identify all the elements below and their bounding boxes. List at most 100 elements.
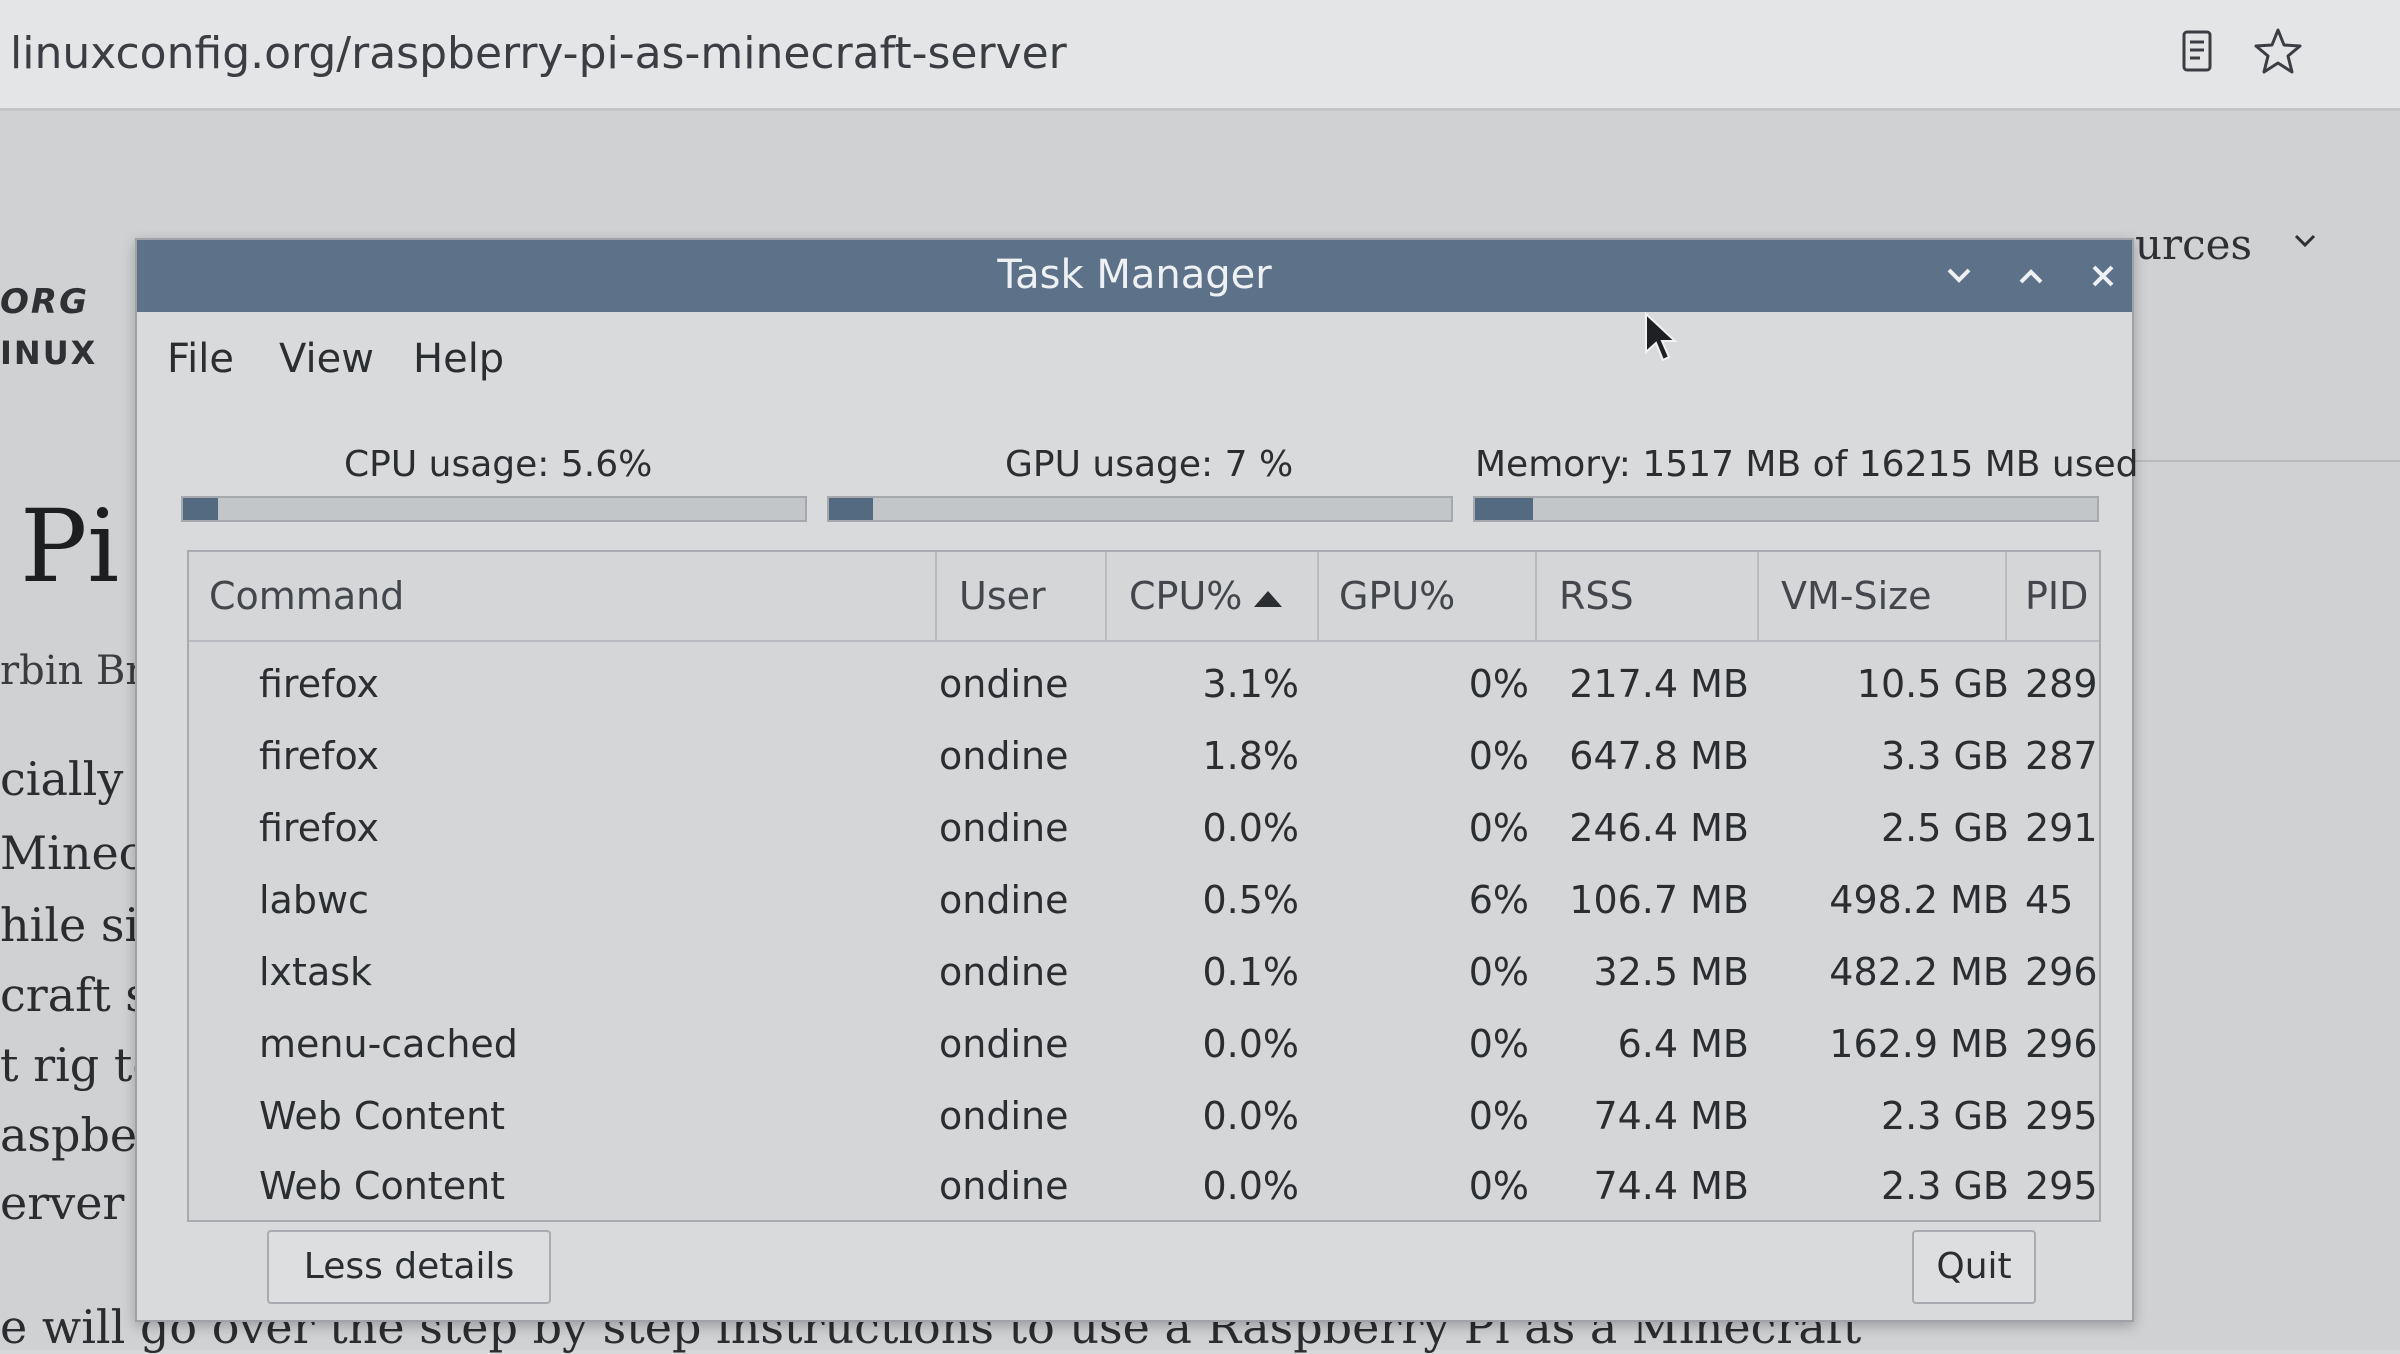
cell-rss: 217.4 MB [1569, 662, 1749, 706]
cell-cpu: 0.0% [1202, 1022, 1299, 1066]
menu-help[interactable]: Help [413, 336, 504, 382]
table-row[interactable]: firefox ondine 3.1% 0% 217.4 MB 10.5 GB … [189, 648, 2099, 720]
cell-vm-size: 2.3 GB [1880, 1164, 2009, 1208]
cpu-usage-label: CPU usage: 5.6% [344, 444, 653, 485]
cell-command: firefox [259, 662, 380, 706]
nav-resources-partial[interactable]: urces [2135, 220, 2252, 269]
column-header-cpu-label: CPU% [1129, 574, 1243, 618]
table-row[interactable]: menu-cached ondine 0.0% 0% 6.4 MB 162.9 … [189, 1008, 2099, 1080]
cell-cpu: 0.0% [1202, 1164, 1299, 1208]
cell-vm-size: 10.5 GB [1856, 662, 2009, 706]
table-row[interactable]: lxtask ondine 0.1% 0% 32.5 MB 482.2 MB 2… [189, 936, 2099, 1008]
gpu-usage-label: GPU usage: 7 % [1005, 444, 1294, 485]
column-divider[interactable] [1105, 552, 1107, 640]
cell-gpu: 0% [1468, 806, 1529, 850]
window-title: Task Manager [997, 252, 1272, 298]
chevron-down-icon[interactable] [2290, 226, 2320, 256]
cell-rss: 246.4 MB [1569, 806, 1749, 850]
cpu-usage-bar [181, 496, 807, 522]
table-header: Command User CPU% GPU% RSS VM-Size PID [189, 552, 2099, 642]
menu-file[interactable]: File [167, 336, 234, 382]
title-bar[interactable]: Task Manager [137, 240, 2132, 312]
cell-pid: 295 [2025, 1164, 2098, 1208]
cell-command: Web Content [259, 1094, 506, 1138]
gpu-usage-bar [827, 496, 1453, 522]
cell-vm-size: 482.2 MB [1829, 950, 2009, 994]
cell-vm-size: 498.2 MB [1829, 878, 2009, 922]
cell-pid: 295 [2025, 1094, 2098, 1138]
column-header-pid[interactable]: PID [2025, 574, 2088, 618]
cell-rss: 106.7 MB [1569, 878, 1749, 922]
close-button[interactable] [2081, 254, 2125, 298]
cell-pid: 291 [2025, 806, 2098, 850]
cell-command: firefox [259, 734, 380, 778]
table-row[interactable]: firefox ondine 0.0% 0% 246.4 MB 2.5 GB 2… [189, 792, 2099, 864]
cell-user: ondine [939, 734, 1069, 778]
less-details-button[interactable]: Less details [267, 1230, 551, 1304]
cell-pid: 289 [2025, 662, 2098, 706]
cell-pid: 296 [2025, 950, 2098, 994]
process-table[interactable]: Command User CPU% GPU% RSS VM-Size PID f… [187, 550, 2101, 1222]
cell-command: labwc [259, 878, 369, 922]
table-row[interactable]: Web Content ondine 0.0% 0% 74.4 MB 2.3 G… [189, 1150, 2099, 1220]
table-row[interactable]: Web Content ondine 0.0% 0% 74.4 MB 2.3 G… [189, 1080, 2099, 1152]
cell-user: ondine [939, 806, 1069, 850]
cell-cpu: 0.5% [1202, 878, 1299, 922]
column-divider[interactable] [1757, 552, 1759, 640]
column-header-command[interactable]: Command [209, 574, 404, 618]
cell-cpu: 0.0% [1202, 1094, 1299, 1138]
cell-user: ondine [939, 878, 1069, 922]
column-header-user[interactable]: User [959, 574, 1046, 618]
cell-vm-size: 3.3 GB [1880, 734, 2009, 778]
site-logo-line1[interactable]: ORG [0, 282, 89, 322]
cell-rss: 32.5 MB [1593, 950, 1749, 994]
column-header-rss[interactable]: RSS [1559, 574, 1634, 618]
column-header-gpu[interactable]: GPU% [1339, 574, 1455, 618]
bookmark-star-icon[interactable] [2248, 22, 2308, 82]
cell-rss: 6.4 MB [1617, 1022, 1749, 1066]
cell-rss: 647.8 MB [1569, 734, 1749, 778]
cell-rss: 74.4 MB [1593, 1164, 1749, 1208]
minimize-button[interactable] [1937, 254, 1981, 298]
table-row[interactable]: firefox ondine 1.8% 0% 647.8 MB 3.3 GB 2… [189, 720, 2099, 792]
cell-cpu: 0.0% [1202, 806, 1299, 850]
cell-user: ondine [939, 1094, 1069, 1138]
cell-user: ondine [939, 662, 1069, 706]
browser-address-bar[interactable]: linuxconfig.org/raspberry-pi-as-minecraf… [0, 0, 2400, 111]
cell-gpu: 0% [1468, 662, 1529, 706]
cell-gpu: 0% [1468, 1164, 1529, 1208]
reader-view-icon[interactable] [2168, 22, 2228, 82]
memory-usage-fill [1475, 498, 1534, 520]
column-divider[interactable] [2005, 552, 2007, 640]
menu-view[interactable]: View [279, 336, 374, 382]
url-text[interactable]: linuxconfig.org/raspberry-pi-as-minecraf… [10, 28, 1067, 79]
column-divider[interactable] [1535, 552, 1537, 640]
column-divider[interactable] [935, 552, 937, 640]
maximize-button[interactable] [2009, 254, 2053, 298]
cell-cpu: 3.1% [1202, 662, 1299, 706]
quit-button[interactable]: Quit [1912, 1230, 2036, 1304]
cell-command: lxtask [259, 950, 373, 994]
column-header-vm-size[interactable]: VM-Size [1781, 574, 1932, 618]
cell-gpu: 0% [1468, 950, 1529, 994]
cell-rss: 74.4 MB [1593, 1094, 1749, 1138]
cell-vm-size: 2.5 GB [1880, 806, 2009, 850]
cell-pid: 45 [2025, 878, 2074, 922]
column-header-cpu[interactable]: CPU% [1129, 574, 1283, 618]
column-divider[interactable] [1317, 552, 1319, 640]
cell-gpu: 6% [1468, 878, 1529, 922]
page-divider [2100, 460, 2400, 462]
cell-user: ondine [939, 1164, 1069, 1208]
cell-user: ondine [939, 1022, 1069, 1066]
cell-vm-size: 162.9 MB [1829, 1022, 2009, 1066]
cell-gpu: 0% [1468, 1094, 1529, 1138]
table-row[interactable]: labwc ondine 0.5% 6% 106.7 MB 498.2 MB 4… [189, 864, 2099, 936]
memory-usage-bar [1473, 496, 2099, 522]
cell-pid: 296 [2025, 1022, 2098, 1066]
cell-command: Web Content [259, 1164, 506, 1208]
cell-command: menu-cached [259, 1022, 518, 1066]
site-logo-line2[interactable]: INUX [0, 334, 97, 372]
cell-vm-size: 2.3 GB [1880, 1094, 2009, 1138]
cell-pid: 287 [2025, 734, 2098, 778]
cell-cpu: 0.1% [1202, 950, 1299, 994]
